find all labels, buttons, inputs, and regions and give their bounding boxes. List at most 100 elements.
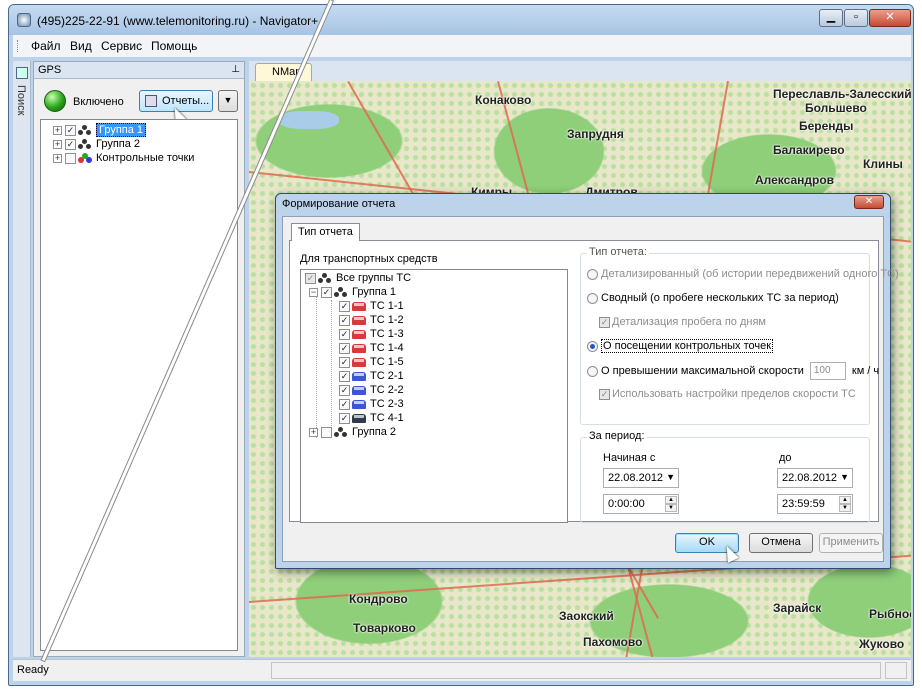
tree-item-vehicle[interactable]: ТС 1-2 — [339, 314, 404, 328]
title-bar[interactable]: (495)225-22-91 (www.telemonitoring.ru) -… — [9, 5, 913, 35]
menu-help[interactable]: Помощь — [151, 39, 197, 53]
period-group: За период: Начиная с до 22.08.2012 ▼ 22.0… — [580, 430, 870, 523]
checkbox[interactable] — [339, 342, 350, 354]
tree-item-vehicle[interactable]: ТС 2-1 — [339, 370, 404, 384]
tree-item-vehicle[interactable]: ТС 1-5 — [339, 356, 404, 370]
car-icon — [352, 301, 366, 311]
tree-item-label: ТС 1-3 — [370, 328, 404, 340]
dialog-close-button[interactable]: ✕ — [854, 195, 884, 209]
window-title: (495)225-22-91 (www.telemonitoring.ru) -… — [37, 14, 319, 28]
water-area — [279, 111, 339, 129]
tab-report-type[interactable]: Тип отчета — [291, 223, 360, 241]
checkbox[interactable] — [339, 384, 350, 396]
tree-item-label: ТС 1-5 — [370, 356, 404, 368]
spin-up-icon[interactable]: ▲ — [665, 496, 677, 504]
app-icon[interactable] — [17, 13, 31, 27]
collapse-icon[interactable]: − — [309, 287, 318, 297]
checkbox[interactable] — [599, 316, 610, 328]
tree-item-group1[interactable]: − Группа 1 — [309, 286, 396, 300]
checkbox-by-days[interactable]: Детализация пробега по дням — [599, 316, 766, 328]
from-time-stepper[interactable]: 0:00:00 ▲ ▼ — [603, 494, 679, 514]
checkbox[interactable] — [65, 152, 76, 164]
checkbox[interactable] — [65, 138, 76, 150]
tree-item-vehicle[interactable]: ТС 2-3 — [339, 398, 404, 412]
status-panel — [885, 662, 907, 679]
radio-speeding[interactable]: О превышении максимальной скорости 100 км … — [587, 362, 879, 380]
group-icon — [78, 124, 92, 136]
menu-view[interactable]: Вид — [70, 39, 92, 53]
tree-item-all-groups[interactable]: Все группы ТС — [305, 272, 411, 286]
pin-icon[interactable]: ⊥ — [231, 64, 240, 75]
from-date-value: 22.08.2012 — [608, 472, 664, 484]
radio-icon[interactable] — [587, 365, 598, 377]
menu-service[interactable]: Сервис — [101, 39, 142, 53]
checkbox[interactable] — [339, 412, 350, 424]
printer-icon — [145, 95, 157, 107]
search-side-tab[interactable]: Поиск — [15, 85, 27, 115]
status-led-icon — [44, 90, 66, 112]
tree-item-label: Группа 2 — [352, 426, 397, 438]
tree-item-checkpoints[interactable]: + Контрольные точки — [53, 152, 194, 166]
checkbox[interactable] — [339, 328, 350, 340]
period-title: За период: — [587, 430, 647, 442]
spin-up-icon[interactable]: ▲ — [839, 496, 851, 504]
tree-item-vehicle[interactable]: ТС 2-2 — [339, 384, 404, 398]
checkbox[interactable] — [339, 356, 350, 368]
menu-file[interactable]: Файл — [31, 39, 61, 53]
checkbox[interactable] — [321, 426, 332, 438]
search-tab-icon[interactable] — [16, 67, 28, 79]
checkpoints-icon — [78, 152, 92, 164]
radio-icon[interactable] — [587, 268, 598, 280]
from-date-picker[interactable]: 22.08.2012 ▼ — [603, 468, 679, 488]
radio-icon[interactable] — [587, 340, 598, 352]
checkbox[interactable] — [321, 286, 332, 298]
checkbox[interactable] — [339, 314, 350, 326]
maximize-button[interactable]: ▫ — [844, 9, 868, 27]
minimize-button[interactable]: ▁ — [819, 9, 843, 27]
checkbox[interactable] — [599, 388, 610, 400]
checkbox[interactable] — [339, 370, 350, 382]
speed-input[interactable]: 100 — [809, 362, 846, 380]
reports-dropdown-button[interactable]: ▼ — [218, 90, 238, 112]
tree-item-group2[interactable]: + Группа 2 — [53, 138, 140, 152]
checkbox[interactable] — [339, 300, 350, 312]
apply-button[interactable]: Применить — [819, 533, 883, 553]
to-date-picker[interactable]: 22.08.2012 ▼ — [777, 468, 853, 488]
checkbox-use-limits[interactable]: Использовать настройки пределов скорости… — [599, 388, 856, 400]
radio-icon[interactable] — [587, 292, 598, 304]
city-label: Товарково — [353, 621, 416, 635]
close-button[interactable]: ✕ — [869, 9, 911, 27]
checkbox[interactable] — [65, 124, 76, 136]
dialog-body: Тип отчета Для транспортных средств Все … — [282, 216, 899, 562]
chevron-down-icon[interactable]: ▼ — [666, 472, 675, 482]
expand-icon[interactable]: + — [309, 427, 318, 437]
city-label: Конаково — [475, 93, 532, 107]
tree-item-vehicle[interactable]: ТС 4-1 — [339, 412, 404, 426]
tree-item-vehicle[interactable]: ТС 1-4 — [339, 342, 404, 356]
toolbar-grip[interactable] — [17, 40, 20, 52]
city-label: Пахомово — [583, 635, 643, 649]
report-type-group: Тип отчета: Детализированный (об истории… — [580, 246, 899, 425]
spin-down-icon[interactable]: ▼ — [665, 504, 677, 512]
cancel-button[interactable]: Отмена — [749, 533, 813, 553]
expand-icon[interactable]: + — [53, 125, 62, 135]
expand-icon[interactable]: + — [53, 153, 62, 163]
status-bar: Ready — [13, 659, 911, 681]
tree-item-vehicle[interactable]: ТС 1-1 — [339, 300, 404, 314]
spin-down-icon[interactable]: ▼ — [839, 504, 851, 512]
city-label: Жуково — [859, 637, 905, 651]
tree-item-group2[interactable]: + Группа 2 — [309, 426, 396, 440]
chevron-down-icon[interactable]: ▼ — [840, 472, 849, 482]
radio-detailed[interactable]: Детализированный (об истории передвижени… — [587, 268, 899, 280]
tree-item-vehicle[interactable]: ТС 1-3 — [339, 328, 404, 342]
radio-summary[interactable]: Сводный (о пробеге нескольких ТС за пери… — [587, 292, 839, 304]
checkbox[interactable] — [305, 272, 316, 284]
tree-item-group1[interactable]: + Группа 1 — [53, 123, 147, 138]
checkbox[interactable] — [339, 398, 350, 410]
radio-checkpoints[interactable]: О посещении контрольных точек — [587, 339, 774, 353]
car-icon — [352, 329, 366, 339]
to-time-stepper[interactable]: 23:59:59 ▲ ▼ — [777, 494, 853, 514]
car-icon — [352, 315, 366, 325]
city-label: Балакирево — [773, 143, 845, 157]
expand-icon[interactable]: + — [53, 139, 62, 149]
